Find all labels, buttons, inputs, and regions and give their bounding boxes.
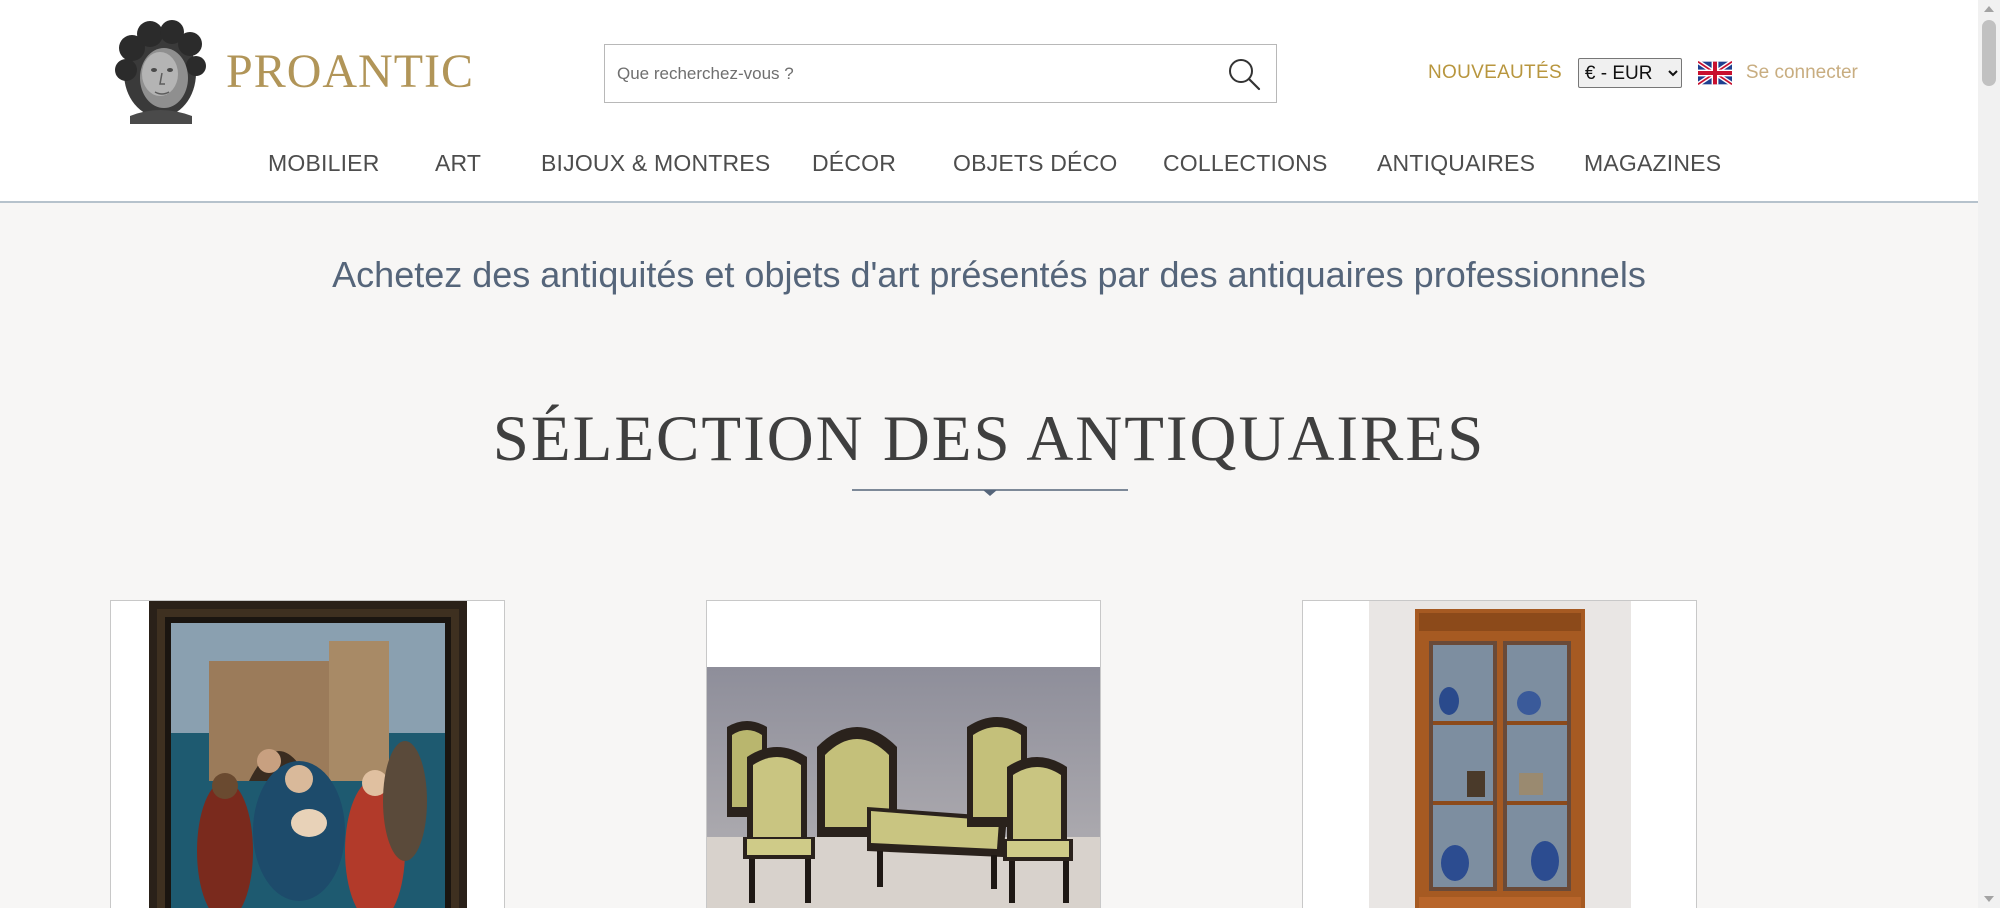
nav-item-magazines[interactable]: MAGAZINES	[1584, 150, 1721, 177]
logo[interactable]: PROANTIC	[110, 18, 474, 124]
nav-item-decor[interactable]: DÉCOR	[812, 150, 896, 177]
uk-flag-icon[interactable]	[1697, 60, 1732, 86]
nav-item-collections[interactable]: COLLECTIONS	[1163, 150, 1328, 177]
page-scrollbar[interactable]	[1978, 0, 2000, 908]
framed-religious-painting-image	[149, 601, 467, 908]
search-bar	[604, 44, 1277, 103]
header-links: NOUVEAUTÉS € - EUR Se connecter	[1428, 56, 1858, 90]
section-title: SÉLECTION DES ANTIQUAIRES	[492, 403, 1486, 475]
classical-bust-logo-icon	[115, 20, 206, 124]
search-icon[interactable]	[1226, 56, 1262, 92]
brand-name: PROANTIC	[226, 44, 475, 98]
login-link[interactable]: Se connecter	[1746, 62, 1858, 84]
nav-item-mobilier[interactable]: MOBILIER	[268, 150, 380, 177]
main-nav: MOBILIER ART BIJOUX & MONTRES DÉCOR OBJE…	[0, 140, 1978, 186]
nouveautes-link[interactable]: NOUVEAUTÉS	[1428, 62, 1562, 84]
scrollbar-thumb[interactable]	[1982, 20, 1996, 86]
product-card[interactable]	[706, 600, 1101, 908]
scroll-up-icon[interactable]	[1984, 6, 1994, 12]
product-card[interactable]	[110, 600, 505, 908]
tagline: Achetez des antiquités et objets d'art p…	[332, 254, 1646, 295]
title-divider	[852, 489, 1128, 496]
green-upholstered-salon-set-image	[707, 667, 1100, 908]
nav-item-bijoux-montres[interactable]: BIJOUX & MONTRES	[541, 150, 770, 177]
nav-item-antiquaires[interactable]: ANTIQUAIRES	[1377, 150, 1535, 177]
product-card[interactable]	[1302, 600, 1697, 908]
scroll-down-icon[interactable]	[1984, 896, 1994, 902]
nav-item-art[interactable]: ART	[435, 150, 481, 177]
site-header: PROANTIC NOUVEAUTÉS € - EUR Se connecter	[0, 0, 1978, 203]
search-input[interactable]	[605, 45, 1205, 102]
currency-select[interactable]: € - EUR	[1577, 58, 1682, 88]
page: PROANTIC NOUVEAUTÉS € - EUR Se connecter	[0, 0, 2000, 908]
wooden-display-cabinet-image	[1369, 601, 1631, 908]
nav-item-objets-deco[interactable]: OBJETS DÉCO	[953, 150, 1118, 177]
